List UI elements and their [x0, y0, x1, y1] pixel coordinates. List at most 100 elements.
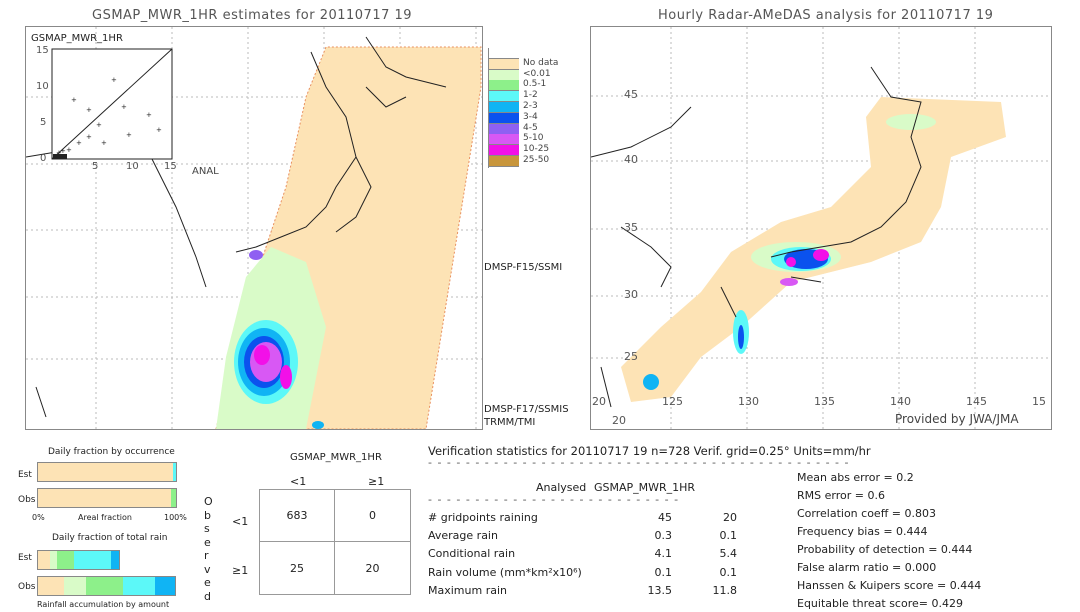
credit-label: Provided by JWA/JMA	[895, 412, 1019, 426]
stats-row-label: Conditional rain	[428, 547, 516, 561]
inset-tick: 5	[92, 161, 99, 172]
svg-text:+: +	[86, 133, 92, 141]
total-rain-title: Daily fraction of total rain	[52, 533, 168, 543]
color-legend: No data <0.01 0.5-1 1-2 2-3 3-4 4-5 5-10 10-25 25…	[488, 48, 579, 168]
obs-total-rain-bar	[37, 576, 176, 596]
legend-label: <0.01	[523, 68, 551, 79]
svg-text:+: +	[76, 139, 82, 147]
occurrence-title: Daily fraction by occurrence	[48, 447, 175, 457]
stats-row-label: # gridpoints raining	[428, 511, 538, 524]
stats-row-label: Maximum rain	[428, 583, 507, 597]
svg-text:+: +	[126, 131, 132, 139]
lon-tick: 135	[814, 395, 835, 408]
svg-text:+: +	[156, 126, 162, 134]
axis-label: 0%	[32, 513, 45, 522]
contingency-title: GSMAP_MWR_1HR	[290, 452, 382, 463]
inset-tick: 10	[36, 81, 49, 92]
contingency-table: 683 0 25 20	[259, 489, 411, 595]
col-label: <1	[290, 475, 307, 488]
lon-tick: 15	[1032, 395, 1046, 408]
stats-row-label: Rain volume (mm*km²x10⁶)	[428, 565, 582, 579]
legend-label: 10-25	[523, 144, 550, 155]
lon-tick: 125	[662, 395, 683, 408]
legend-swatch	[489, 58, 519, 70]
svg-text:+: +	[71, 96, 77, 104]
stats-row-label: Average rain	[428, 529, 498, 543]
right-map	[590, 26, 1052, 430]
axis-label: Areal fraction	[78, 513, 132, 522]
lon-tick: 145	[966, 395, 987, 408]
observed-label: Observed	[204, 495, 213, 603]
legend-label: 5-10	[523, 133, 544, 144]
right-map-canvas	[590, 27, 1051, 429]
legend-swatch	[489, 156, 519, 167]
legend-swatch	[489, 48, 519, 59]
svg-text:+: +	[66, 146, 72, 154]
obs-label: Obs	[18, 495, 36, 505]
lat-tick: 30	[624, 288, 638, 301]
corner-tick: 20	[612, 414, 626, 427]
lon-tick: 140	[890, 395, 911, 408]
cell: 25	[260, 542, 335, 594]
legend-label: 3-4	[523, 111, 538, 122]
obs-occurrence-bar	[37, 488, 177, 508]
svg-text:+: +	[96, 121, 102, 129]
legend-swatch	[489, 145, 519, 157]
axis-label: 100%	[164, 513, 187, 522]
lat-tick: 40	[624, 153, 638, 166]
legend-swatch	[489, 123, 519, 135]
left-map-canvas: ++ ++++++++++++	[25, 27, 482, 430]
corner-tick: 20	[592, 395, 606, 408]
legend-swatch	[489, 112, 519, 124]
est-label: Est	[18, 553, 32, 563]
row-label: ≥1	[232, 564, 249, 577]
score-line: Frequency bias = 0.444	[797, 525, 928, 538]
svg-text:+: +	[101, 139, 107, 147]
stats-value-gsmap: 0.1	[719, 565, 738, 579]
score-line: False alarm ratio = 0.000	[797, 561, 937, 574]
inset-tick: 15	[164, 161, 177, 172]
legend-swatch	[489, 80, 519, 92]
stats-value-analysed: 4.1	[654, 547, 673, 561]
stats-value-analysed: 0.1	[654, 565, 673, 579]
lat-tick: 25	[624, 350, 638, 363]
svg-text:+: +	[146, 111, 152, 119]
lon-tick: 130	[738, 395, 759, 408]
est-total-rain-bar	[37, 550, 120, 570]
cell: 683	[260, 490, 335, 542]
svg-text:+: +	[111, 76, 117, 84]
total-rain-caption: Rainfall accumulation by amount	[37, 600, 170, 609]
right-map-title: Hourly Radar-AMeDAS analysis for 2011071…	[658, 8, 994, 23]
legend-label: 0.5-1	[523, 79, 547, 90]
stats-value-analysed: 0.3	[654, 529, 673, 543]
sensor-label: TRMM/TMI	[484, 417, 536, 428]
svg-text:+: +	[121, 103, 127, 111]
cell: 20	[365, 561, 380, 575]
legend-label: No data	[523, 57, 559, 68]
inset-tick: 5	[40, 117, 47, 128]
stats-value-gsmap: 11.8	[712, 583, 738, 597]
cell: 0	[335, 490, 410, 542]
stats-value-analysed: 13.5	[647, 583, 673, 597]
stats-value-gsmap: 5.4	[719, 547, 738, 561]
legend-swatch	[489, 134, 519, 146]
legend-label: 1-2	[523, 90, 538, 101]
legend-label: 2-3	[523, 101, 538, 111]
inset-tick: 10	[126, 161, 139, 172]
lat-tick: 35	[624, 221, 638, 234]
score-line: RMS error = 0.6	[797, 489, 885, 502]
score-line: Mean abs error = 0.2	[797, 471, 914, 484]
score-line: Equitable threat score= 0.429	[797, 597, 963, 610]
svg-text:+: +	[86, 106, 92, 114]
col-label: ≥1	[368, 475, 385, 488]
stats-value-gsmap: 0.1	[719, 529, 738, 543]
obs-label: Obs	[18, 582, 36, 592]
inset-xlabel: ANAL	[192, 166, 219, 177]
inset-tick: 15	[36, 45, 49, 56]
legend-label: 4-5	[523, 122, 538, 133]
legend-swatch	[489, 91, 519, 103]
stats-value-analysed: 45	[658, 511, 672, 524]
divider: - - - - - - - - - - - - - - - - - - - - …	[428, 456, 848, 469]
legend-swatch	[489, 102, 519, 113]
inset-tick: 0	[40, 153, 47, 164]
